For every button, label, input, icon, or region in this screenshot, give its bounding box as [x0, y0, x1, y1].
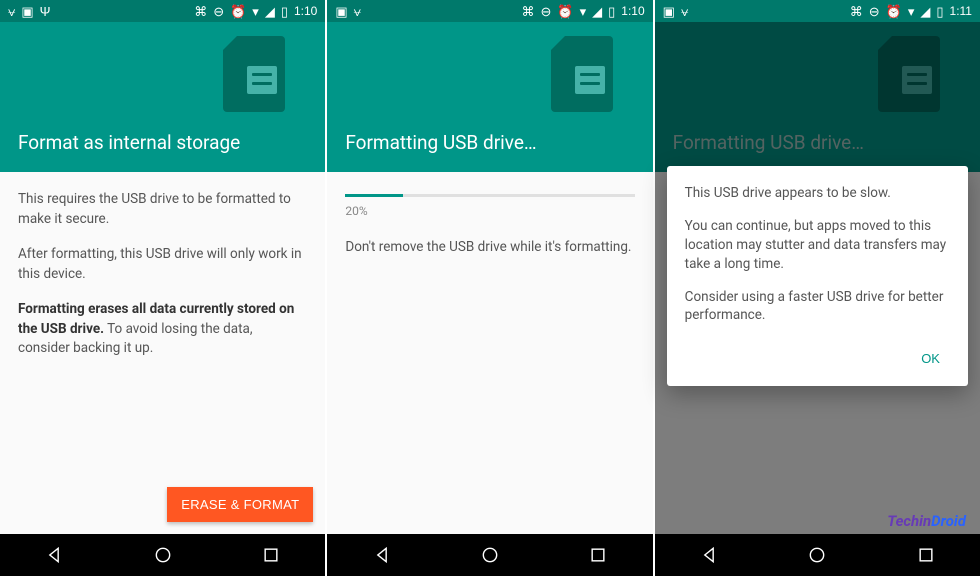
- dialog-paragraph: This USB drive appears to be slow.: [685, 184, 950, 203]
- alarm-icon: ⏰: [886, 5, 902, 18]
- recent-button[interactable]: [588, 545, 608, 565]
- clock: 1:10: [621, 4, 644, 18]
- signal-icon: ◢: [265, 5, 275, 18]
- battery-icon: ▯: [936, 5, 943, 18]
- photo-icon: ▣: [663, 5, 675, 18]
- body: 20% Don't remove the USB drive while it'…: [327, 172, 652, 371]
- photo-icon: ▣: [21, 5, 33, 18]
- alarm-icon: ⏰: [230, 5, 246, 18]
- wifi-icon: ▾: [908, 5, 915, 18]
- header: Formatting USB drive…: [327, 22, 652, 172]
- dropbox-icon: ⩝: [681, 5, 688, 18]
- sdcard-icon: [551, 36, 613, 112]
- dropbox-icon: ⩝: [354, 5, 361, 18]
- dropbox-icon: ⩝: [8, 5, 15, 18]
- header: Formatting USB drive…: [655, 22, 980, 172]
- dialog-paragraph: You can continue, but apps moved to this…: [685, 217, 950, 274]
- erase-format-button[interactable]: ERASE & FORMAT: [167, 487, 313, 522]
- dnd-icon: ⊖: [213, 5, 224, 18]
- usb-icon: Ψ: [40, 5, 51, 18]
- page-title: Formatting USB drive…: [673, 131, 962, 154]
- ok-button[interactable]: OK: [911, 343, 950, 374]
- paragraph: Don't remove the USB drive while it's fo…: [345, 238, 634, 258]
- wifi-icon: ▾: [580, 5, 587, 18]
- status-bar: ▣ ⩝ ⌘ ⊖ ⏰ ▾ ◢ ▯ 1:11: [655, 0, 980, 22]
- dialog-paragraph: Consider using a faster USB drive for be…: [685, 288, 950, 326]
- battery-icon: ▯: [608, 5, 615, 18]
- screen-formatting: ▣ ⩝ ⌘ ⊖ ⏰ ▾ ◢ ▯ 1:10 Formatting USB driv…: [327, 0, 652, 576]
- progress-percent-label: 20%: [345, 203, 634, 220]
- signal-icon: ◢: [920, 5, 930, 18]
- nav-bar: [0, 534, 325, 576]
- home-button[interactable]: [807, 545, 827, 565]
- progress-bar: [345, 194, 634, 197]
- page-title: Format as internal storage: [18, 131, 307, 154]
- back-button[interactable]: [699, 545, 719, 565]
- nav-bar: [655, 534, 980, 576]
- alarm-icon: ⏰: [557, 5, 573, 18]
- paragraph: This requires the USB drive to be format…: [18, 190, 307, 229]
- bluetooth-icon: ⌘: [850, 5, 863, 18]
- back-button[interactable]: [372, 545, 392, 565]
- status-bar: ⩝ ▣ Ψ ⌘ ⊖ ⏰ ▾ ◢ ▯ 1:10: [0, 0, 325, 22]
- watermark: TechinDroid: [887, 512, 966, 530]
- action-bar: ERASE & FORMAT: [0, 475, 325, 534]
- paragraph: Formatting erases all data currently sto…: [18, 300, 307, 359]
- sdcard-icon: [223, 36, 285, 112]
- status-bar: ▣ ⩝ ⌘ ⊖ ⏰ ▾ ◢ ▯ 1:10: [327, 0, 652, 22]
- home-button[interactable]: [480, 545, 500, 565]
- wifi-icon: ▾: [252, 5, 259, 18]
- dnd-icon: ⊖: [541, 5, 552, 18]
- back-button[interactable]: [44, 545, 64, 565]
- clock: 1:11: [950, 4, 972, 18]
- photo-icon: ▣: [335, 5, 347, 18]
- home-button[interactable]: [153, 545, 173, 565]
- sdcard-icon: [878, 36, 940, 112]
- slow-drive-dialog: This USB drive appears to be slow. You c…: [667, 166, 968, 386]
- screen-format-info: ⩝ ▣ Ψ ⌘ ⊖ ⏰ ▾ ◢ ▯ 1:10 Format as interna…: [0, 0, 325, 576]
- page-title: Formatting USB drive…: [345, 131, 634, 154]
- clock: 1:10: [294, 4, 317, 18]
- header: Format as internal storage: [0, 22, 325, 172]
- bluetooth-icon: ⌘: [522, 5, 535, 18]
- signal-icon: ◢: [592, 5, 602, 18]
- battery-icon: ▯: [281, 5, 288, 18]
- bluetooth-icon: ⌘: [194, 5, 207, 18]
- screen-slow-drive-dialog: ▣ ⩝ ⌘ ⊖ ⏰ ▾ ◢ ▯ 1:11 Formatting USB driv…: [655, 0, 980, 576]
- recent-button[interactable]: [261, 545, 281, 565]
- body-text: This requires the USB drive to be format…: [0, 172, 325, 475]
- recent-button[interactable]: [916, 545, 936, 565]
- nav-bar: [327, 534, 652, 576]
- dnd-icon: ⊖: [869, 5, 880, 18]
- paragraph: After formatting, this USB drive will on…: [18, 245, 307, 284]
